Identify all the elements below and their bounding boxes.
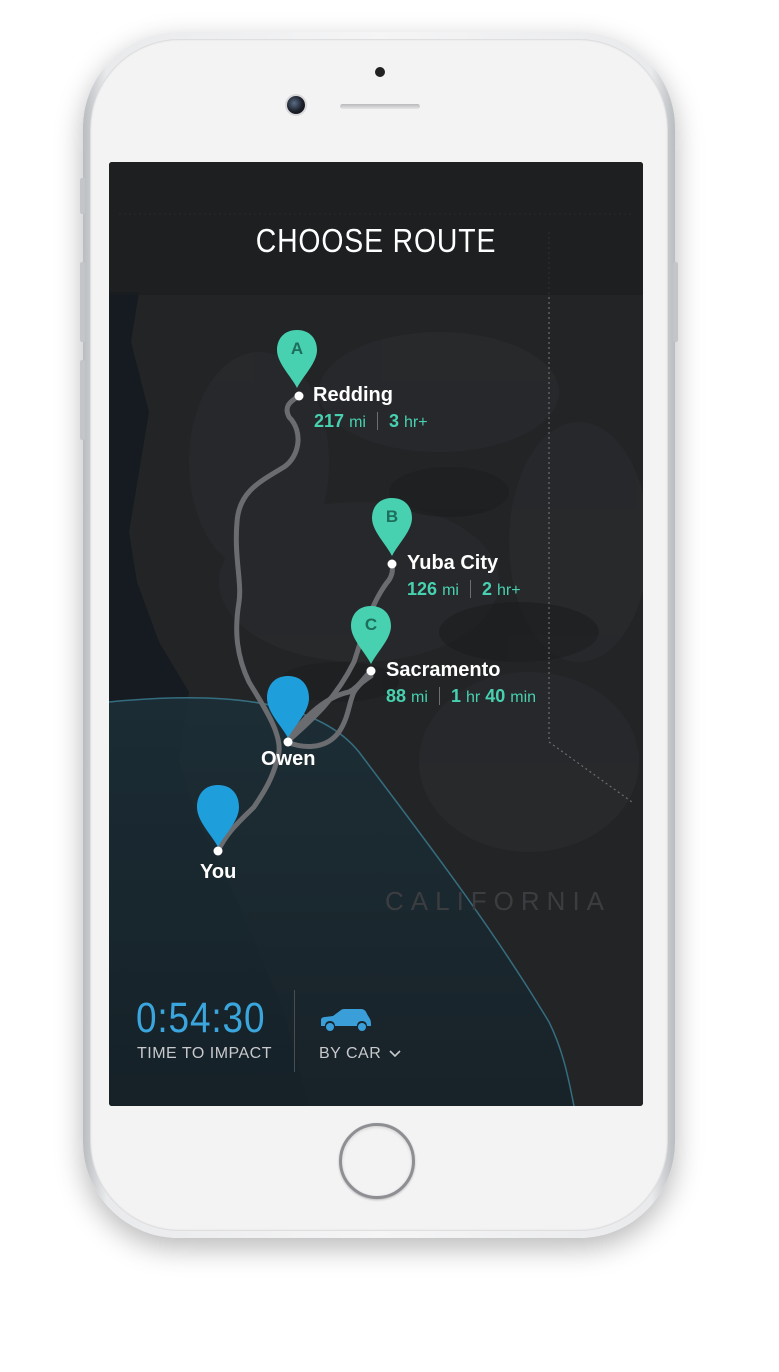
app-screen: CHOOSE ROUTE CALIFORNIA A B C Redding 21…: [109, 162, 643, 1106]
stats-divider: [376, 412, 378, 430]
travel-mode-dropdown[interactable]: BY CAR: [319, 1045, 401, 1063]
destination-name-sacramento[interactable]: Sacramento: [386, 659, 501, 682]
person-label-owen[interactable]: Owen: [261, 748, 315, 771]
time-value: 2: [481, 579, 492, 599]
proximity-sensor: [375, 67, 385, 77]
time-unit: hr+: [403, 414, 428, 431]
car-icon[interactable]: [319, 1008, 373, 1034]
distance-unit: mi: [411, 689, 428, 706]
distance-value: 88: [386, 686, 407, 706]
destination-name-yuba-city[interactable]: Yuba City: [407, 552, 498, 575]
time-value: 1: [450, 686, 461, 706]
stats-divider: [469, 580, 471, 598]
power-button: [673, 262, 678, 342]
time-value: 3: [388, 411, 399, 431]
owen-dot: [283, 737, 293, 747]
distance-unit: mi: [442, 582, 459, 599]
time-unit-2: min: [510, 689, 537, 706]
you-dot: [213, 846, 223, 856]
pin-b-letter[interactable]: B: [382, 507, 402, 527]
person-label-you[interactable]: You: [200, 861, 236, 884]
destination-name-redding[interactable]: Redding: [313, 384, 393, 407]
pin-c-letter[interactable]: C: [361, 615, 381, 635]
header-bar: CHOOSE ROUTE: [109, 162, 643, 295]
pin-a-letter[interactable]: A: [287, 339, 307, 359]
time-value-2: 40: [485, 686, 506, 706]
page-title: CHOOSE ROUTE: [255, 222, 497, 259]
bottom-divider: [294, 990, 295, 1072]
sacramento-dot: [366, 666, 376, 676]
chevron-down-icon: [389, 1045, 401, 1063]
timer-label: TIME TO IMPACT: [137, 1045, 273, 1062]
time-unit: hr+: [496, 582, 521, 599]
travel-mode-label: BY CAR: [319, 1045, 382, 1062]
distance-value: 217: [314, 411, 345, 431]
volume-up-button: [80, 262, 85, 342]
home-button[interactable]: [339, 1123, 415, 1199]
earpiece-speaker: [340, 104, 420, 109]
distance-value: 126: [407, 579, 438, 599]
volume-down-button: [80, 360, 85, 440]
destination-stats-yuba-city: 126 mi 2 hr+: [407, 579, 521, 600]
destination-stats-redding: 217 mi 3 hr+: [314, 411, 428, 432]
time-unit: hr: [465, 689, 481, 706]
stats-divider: [438, 687, 440, 705]
countdown-timer: 0:54:30: [136, 994, 266, 1042]
yuba-city-dot: [387, 559, 397, 569]
redding-dot: [294, 391, 304, 401]
mute-switch: [80, 178, 85, 214]
destination-stats-sacramento: 88 mi 1 hr 40 min: [386, 686, 536, 707]
state-label: CALIFORNIA: [385, 886, 612, 916]
distance-unit: mi: [349, 414, 366, 431]
front-camera: [287, 96, 305, 114]
